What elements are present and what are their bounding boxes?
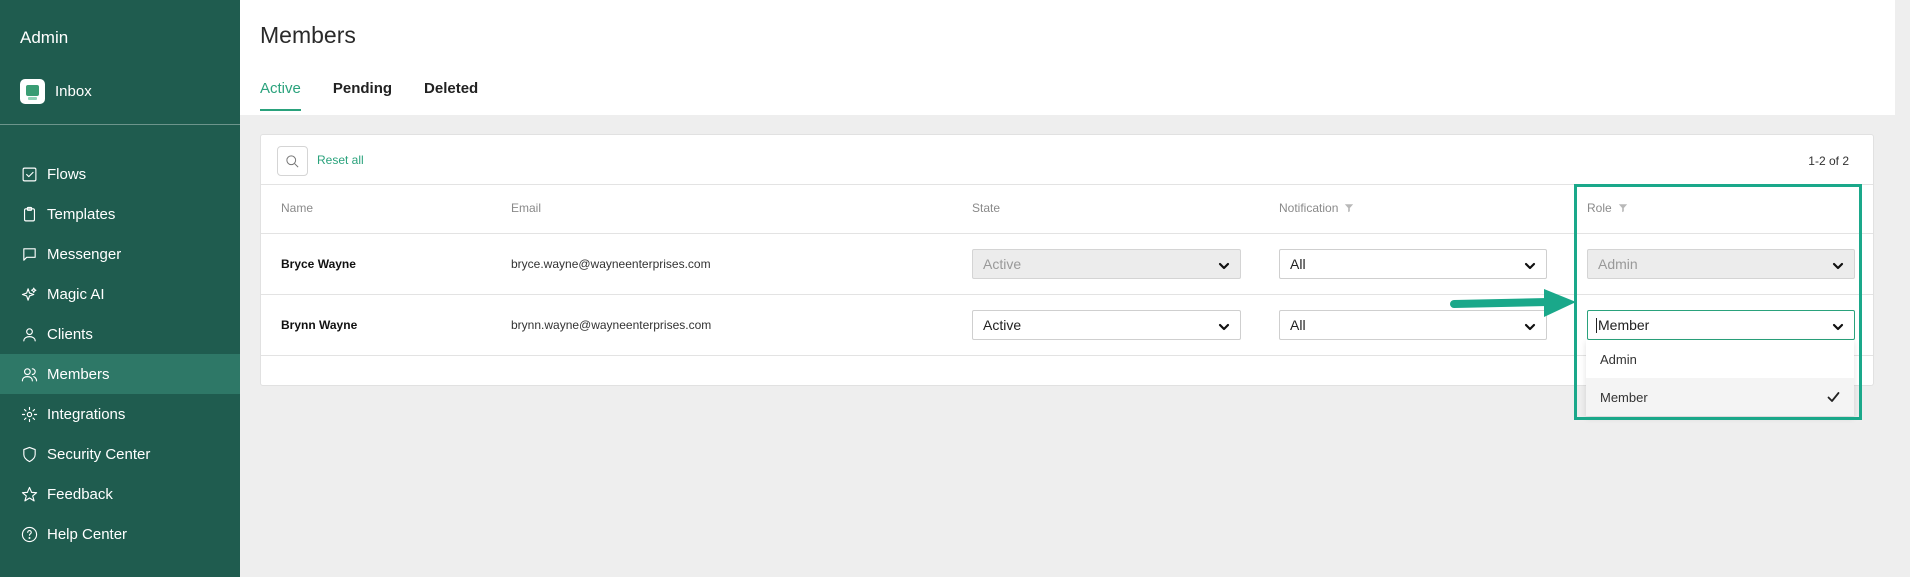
state-select[interactable]: Active: [972, 249, 1241, 279]
shield-icon: [20, 445, 38, 463]
chevron-down-icon: [1832, 320, 1844, 332]
page-title: Members: [260, 22, 356, 48]
tab-pending[interactable]: Pending: [333, 80, 392, 111]
sidebar-item-label: Magic AI: [47, 285, 105, 303]
divider: [261, 294, 1873, 295]
filter-icon[interactable]: [1612, 203, 1628, 213]
sidebar-title: Admin: [20, 28, 69, 47]
divider: [261, 184, 1873, 185]
search-button[interactable]: [277, 146, 308, 176]
notification-select[interactable]: All: [1279, 249, 1547, 279]
help-circle-icon: [20, 525, 38, 543]
role-option-member[interactable]: Member: [1586, 378, 1854, 416]
role-select[interactable]: Admin: [1587, 249, 1855, 279]
notification-select[interactable]: All: [1279, 310, 1547, 340]
sidebar-nav: Flows Templates Messenger Magic AI Clien…: [0, 154, 240, 554]
chevron-down-icon: [1832, 259, 1844, 271]
sidebar-item-magic-ai[interactable]: Magic AI: [0, 274, 240, 314]
users-icon: [20, 365, 38, 383]
search-icon: [285, 154, 300, 169]
page-header: Members Active Pending Deleted: [240, 0, 1895, 115]
tab-active[interactable]: Active: [260, 80, 301, 111]
sidebar-item-label: Members: [47, 365, 110, 383]
inbox-logo-icon: [20, 79, 45, 104]
filter-icon[interactable]: [1338, 203, 1354, 213]
column-header-label: Name: [281, 201, 314, 215]
chevron-down-icon: [1218, 320, 1230, 332]
column-header-label: Notification: [1279, 201, 1339, 215]
tab-bar: Active Pending Deleted: [260, 80, 510, 111]
column-header-label: Email: [511, 201, 542, 215]
pagination-count: 1-2 of 2: [1808, 154, 1849, 168]
column-header-label: Role: [1587, 201, 1612, 215]
sidebar-item-label: Help Center: [47, 525, 128, 543]
role-option-label: Admin: [1600, 351, 1637, 367]
sidebar-item-label: Clients: [47, 325, 93, 343]
member-email: brynn.wayne@wayneenterprises.com: [511, 318, 712, 332]
sidebar-item-messenger[interactable]: Messenger: [0, 234, 240, 274]
state-select-value: Active: [983, 256, 1022, 272]
sidebar-item-integrations[interactable]: Integrations: [0, 394, 240, 434]
text-caret: [1596, 317, 1597, 333]
divider: [261, 233, 1873, 234]
sidebar-item-label: Flows: [47, 165, 87, 183]
checkmark-icon: [1827, 391, 1840, 403]
state-select-value: Active: [983, 317, 1022, 333]
chevron-down-icon: [1524, 259, 1536, 271]
chevron-down-icon: [1524, 320, 1536, 332]
role-option-label: Member: [1600, 389, 1648, 405]
sidebar-item-members[interactable]: Members: [0, 354, 240, 394]
sidebar-item-label: Messenger: [47, 245, 122, 263]
gear-icon: [20, 405, 38, 423]
sidebar-item-label: Security Center: [47, 445, 151, 463]
member-name: Brynn Wayne: [281, 318, 358, 332]
notification-select-value: All: [1290, 256, 1306, 272]
role-option-admin[interactable]: Admin: [1586, 340, 1854, 378]
member-email: bryce.wayne@wayneenterprises.com: [511, 257, 711, 271]
state-select[interactable]: Active: [972, 310, 1241, 340]
star-icon: [20, 485, 38, 503]
sidebar-item-clients[interactable]: Clients: [0, 314, 240, 354]
column-header-role: Role: [1587, 201, 1628, 215]
member-name: Bryce Wayne: [281, 257, 356, 271]
inbox-label: Inbox: [55, 83, 92, 100]
role-select-open[interactable]: Member: [1587, 310, 1855, 340]
chevron-down-icon: [1218, 259, 1230, 271]
sidebar-item-security-center[interactable]: Security Center: [0, 434, 240, 474]
chat-icon: [20, 245, 38, 263]
tab-deleted[interactable]: Deleted: [424, 80, 478, 111]
reset-all-link[interactable]: Reset all: [317, 153, 364, 167]
sidebar-item-templates[interactable]: Templates: [0, 194, 240, 234]
column-header-name: Name: [281, 201, 313, 215]
notification-select-value: All: [1290, 317, 1306, 333]
clipboard-icon: [20, 205, 38, 223]
sidebar-item-help-center[interactable]: Help Center: [0, 514, 240, 554]
column-header-label: State: [972, 201, 1001, 215]
inbox-link[interactable]: Inbox: [20, 79, 92, 104]
column-header-state: State: [972, 201, 1000, 215]
sidebar-item-label: Feedback: [47, 485, 113, 503]
sidebar-divider: [0, 124, 240, 125]
sidebar: Admin Inbox Flows Templates Messenger Ma…: [0, 0, 240, 577]
role-select-value: Member: [1598, 317, 1650, 333]
user-icon: [20, 325, 38, 343]
sidebar-item-label: Integrations: [47, 405, 126, 423]
sidebar-item-feedback[interactable]: Feedback: [0, 474, 240, 514]
column-header-notification: Notification: [1279, 201, 1354, 215]
checkbox-icon: [20, 165, 38, 183]
sidebar-item-label: Templates: [47, 205, 116, 223]
sidebar-item-flows[interactable]: Flows: [0, 154, 240, 194]
sparkles-icon: [20, 285, 38, 303]
role-select-value: Admin: [1598, 256, 1638, 272]
column-header-email: Email: [511, 201, 541, 215]
role-dropdown-menu: Admin Member: [1586, 340, 1854, 416]
